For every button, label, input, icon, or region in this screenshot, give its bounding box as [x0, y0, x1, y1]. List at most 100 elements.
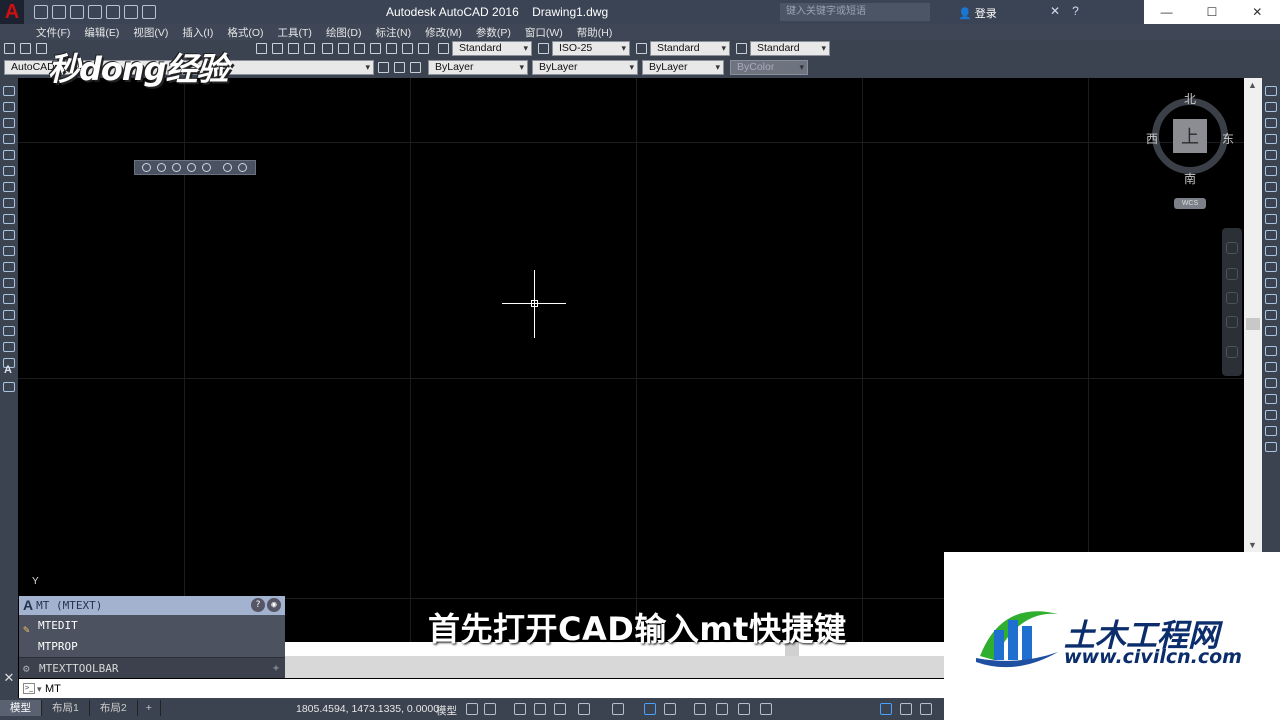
layer-lock-icon[interactable]: [1265, 410, 1277, 420]
offset-icon[interactable]: [1265, 134, 1277, 144]
menu-modify[interactable]: 修改(M): [425, 25, 462, 40]
continuous-orbit-icon[interactable]: [172, 163, 181, 172]
close-icon[interactable]: ✕: [1235, 0, 1280, 24]
zoom-extents-icon[interactable]: [1226, 292, 1238, 304]
menu-edit[interactable]: 编辑(E): [84, 25, 119, 40]
layer-off-icon[interactable]: [1265, 394, 1277, 404]
table-style-select[interactable]: Standard: [650, 41, 730, 56]
compass-east[interactable]: 东: [1222, 130, 1234, 147]
zoom-realtime-icon[interactable]: [272, 43, 283, 54]
grid-display-icon[interactable]: [466, 703, 478, 715]
arc-icon[interactable]: [3, 166, 15, 176]
infer-constraints-icon[interactable]: [514, 703, 526, 715]
lineweight-select[interactable]: ByLayer: [642, 60, 724, 75]
stretch-icon[interactable]: [1265, 214, 1277, 224]
compass-north[interactable]: 北: [1184, 90, 1196, 107]
open-icon[interactable]: [52, 5, 66, 19]
layer-match-icon[interactable]: [1265, 442, 1277, 452]
scroll-up-icon[interactable]: ▲: [1248, 80, 1257, 90]
object-snap-tracking-icon[interactable]: [612, 703, 624, 715]
dynamic-ucs-icon[interactable]: [760, 703, 772, 715]
command-prompt-icon[interactable]: >_: [23, 683, 35, 694]
join-icon[interactable]: [1265, 278, 1277, 288]
autocomplete-item-mtprop[interactable]: MTPROP: [19, 636, 285, 657]
layer-isolate-icon[interactable]: [1265, 362, 1277, 372]
color-select[interactable]: ByLayer: [428, 60, 528, 75]
construction-line-icon[interactable]: [3, 102, 15, 112]
new-icon[interactable]: [4, 43, 15, 54]
transparency-icon[interactable]: [694, 703, 706, 715]
autocomplete-item-mtexttoolbar[interactable]: ⚙ MTEXTTOOLBAR +: [19, 657, 285, 678]
3d-osnap-icon[interactable]: [738, 703, 750, 715]
annotation-scale-icon[interactable]: [920, 703, 932, 715]
new-icon[interactable]: [34, 5, 48, 19]
help-icon[interactable]: [418, 43, 429, 54]
pan-3d-icon[interactable]: [187, 163, 196, 172]
print-icon[interactable]: [106, 5, 120, 19]
search-input[interactable]: 键入关键字或短语: [780, 3, 930, 21]
maximize-icon[interactable]: ☐: [1189, 0, 1234, 24]
vertical-scrollbar[interactable]: ▲ ▼: [1244, 78, 1262, 552]
make-current-icon[interactable]: [394, 62, 405, 73]
calculator-icon[interactable]: [402, 43, 413, 54]
layer-unlock-icon[interactable]: [1265, 426, 1277, 436]
save-icon[interactable]: [70, 5, 84, 19]
explode-icon[interactable]: [1265, 326, 1277, 336]
layer-state-icon[interactable]: [378, 62, 389, 73]
selection-cycling-icon[interactable]: [716, 703, 728, 715]
lineweight-icon[interactable]: [664, 703, 676, 715]
cursor-coordinates[interactable]: 1805.4594, 1473.1335, 0.0000: [296, 703, 439, 715]
chamfer-icon[interactable]: [1265, 294, 1277, 304]
steering-wheel-icon[interactable]: [1226, 242, 1238, 254]
polygon-icon[interactable]: [3, 134, 15, 144]
expand-plus-icon[interactable]: +: [273, 658, 279, 679]
showmotion-icon[interactable]: [1226, 346, 1238, 358]
sheet-set-icon[interactable]: [370, 43, 381, 54]
spline-icon[interactable]: [3, 214, 15, 224]
open-icon[interactable]: [20, 43, 31, 54]
compass-south[interactable]: 南: [1184, 170, 1196, 187]
wcs-menu[interactable]: WCS: [1174, 198, 1206, 209]
polyline-icon[interactable]: [3, 118, 15, 128]
text-style-select[interactable]: Standard: [452, 41, 532, 56]
redo-icon[interactable]: [142, 5, 156, 19]
menu-draw[interactable]: 绘图(D): [326, 25, 362, 40]
insert-block-icon[interactable]: [3, 262, 15, 272]
pan-icon[interactable]: [1226, 268, 1238, 280]
ellipse-arc-icon[interactable]: [3, 246, 15, 256]
autocomplete-selected-item[interactable]: A MT (MTEXT) ? ◉: [19, 596, 285, 615]
login-button[interactable]: 👤 登录: [958, 5, 997, 21]
help-icon[interactable]: ?: [1072, 4, 1079, 18]
autocad-logo-icon[interactable]: A: [0, 0, 24, 24]
recent-commands-chevron-icon[interactable]: ▾: [37, 679, 42, 699]
render-icon[interactable]: [238, 163, 247, 172]
free-orbit-icon[interactable]: [157, 163, 166, 172]
menu-window[interactable]: 窗口(W): [525, 25, 563, 40]
undo-icon[interactable]: [124, 5, 138, 19]
linetype-select[interactable]: ByLayer: [532, 60, 638, 75]
viewcube-top-face[interactable]: 上: [1173, 119, 1207, 153]
command-line-input[interactable]: >_ ▾ MT: [19, 679, 944, 699]
tab-layout1[interactable]: 布局1: [42, 700, 90, 716]
menu-parametric[interactable]: 参数(P): [476, 25, 511, 40]
design-center-icon[interactable]: [338, 43, 349, 54]
add-layout-tab[interactable]: +: [138, 700, 161, 716]
hatch-icon[interactable]: [3, 310, 15, 320]
region-icon[interactable]: [3, 342, 15, 352]
menu-tools[interactable]: 工具(T): [278, 25, 312, 40]
mleader-style-select[interactable]: Standard: [750, 41, 830, 56]
exchange-icon[interactable]: ✕: [1050, 4, 1060, 18]
circle-icon[interactable]: [3, 182, 15, 192]
multiline-text-icon[interactable]: A: [4, 364, 16, 376]
tab-layout2[interactable]: 布局2: [90, 700, 138, 716]
web-search-icon[interactable]: ◉: [267, 598, 281, 612]
trim-icon[interactable]: [1265, 230, 1277, 240]
menu-view[interactable]: 视图(V): [133, 25, 168, 40]
viewcube[interactable]: 上 北 南 西 东 WCS: [1146, 90, 1234, 212]
array-icon[interactable]: [1265, 150, 1277, 160]
ortho-mode-icon[interactable]: [554, 703, 566, 715]
help-icon[interactable]: ?: [251, 598, 265, 612]
zoom-window-icon[interactable]: [288, 43, 299, 54]
annotation-visibility-icon[interactable]: [880, 703, 892, 715]
minimize-icon[interactable]: —: [1144, 0, 1189, 24]
